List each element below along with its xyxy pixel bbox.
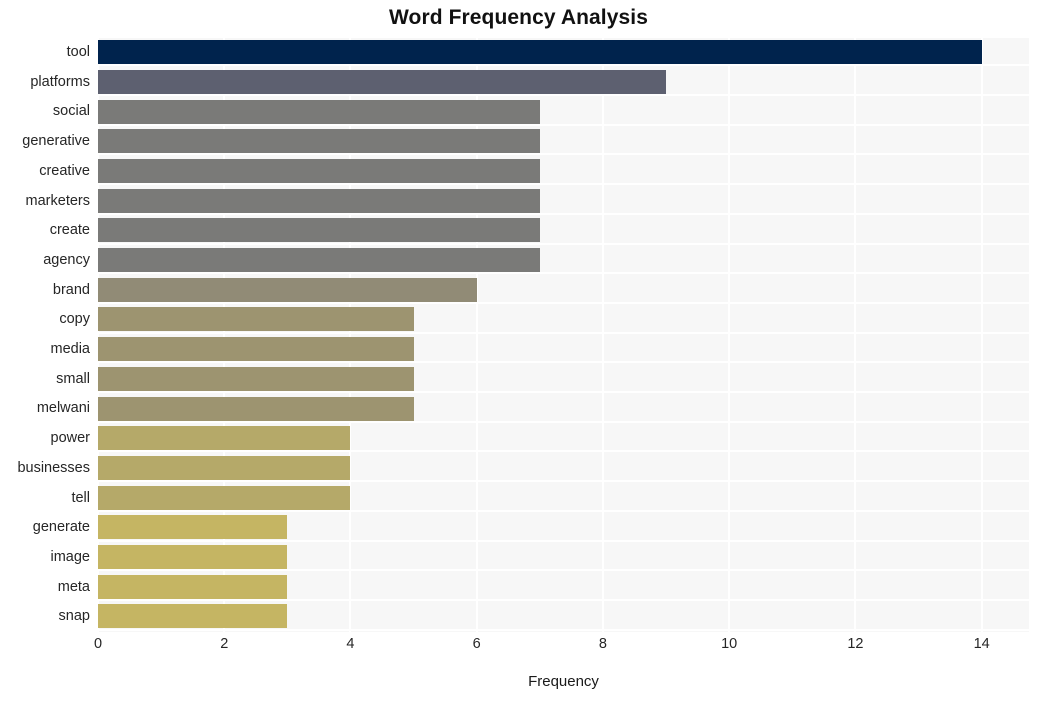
bar-snap[interactable] [98, 604, 288, 629]
bar-agency[interactable] [98, 248, 540, 273]
bar-row[interactable] [98, 394, 1029, 423]
bar-row[interactable] [98, 424, 1029, 453]
row-separator [98, 480, 1029, 483]
y-tick-label-create: create [49, 222, 90, 239]
bar-tell[interactable] [98, 485, 351, 510]
y-tick-label-melwani: melwani [36, 400, 90, 417]
y-tick-label-media: media [50, 341, 91, 357]
bar-row[interactable] [98, 187, 1029, 216]
y-tick-label-social: social [52, 103, 90, 120]
bar-generative[interactable] [98, 129, 540, 154]
bar-small[interactable] [98, 366, 414, 391]
bar-row[interactable] [98, 335, 1029, 364]
y-tick-label-generative: generative [22, 133, 90, 150]
row-separator [98, 569, 1029, 572]
bars-container [98, 38, 1029, 632]
bar-row[interactable] [98, 246, 1029, 275]
plot-area [97, 38, 1029, 632]
y-tick-label-image: image [50, 548, 91, 565]
bar-row[interactable] [98, 38, 1029, 67]
bar-row[interactable] [98, 365, 1029, 394]
bar-row[interactable] [98, 305, 1029, 334]
bar-row[interactable] [98, 157, 1029, 186]
row-separator [98, 331, 1029, 334]
row-separator [98, 94, 1029, 97]
bar-marketers[interactable] [98, 188, 540, 213]
bar-image[interactable] [98, 545, 288, 570]
bar-copy[interactable] [98, 307, 414, 332]
y-tick-label-generate: generate [32, 519, 90, 536]
bar-row[interactable] [98, 97, 1029, 126]
chart-title: Word Frequency Analysis [388, 6, 649, 29]
row-separator [98, 628, 1029, 631]
x-tick-label-14: 14 [973, 636, 990, 652]
y-tick-label-small: small [56, 370, 90, 387]
x-tick-label-4: 4 [346, 636, 355, 652]
x-tick-label-10: 10 [721, 636, 738, 652]
bar-row[interactable] [98, 276, 1029, 305]
bar-tool[interactable] [98, 40, 982, 65]
bar-social[interactable] [98, 99, 540, 124]
bar-row[interactable] [98, 68, 1029, 97]
row-separator [98, 420, 1029, 423]
bar-create[interactable] [98, 218, 540, 243]
y-tick-label-snap: snap [58, 608, 90, 625]
bar-businesses[interactable] [98, 455, 351, 480]
row-separator [98, 123, 1029, 126]
row-separator [98, 183, 1029, 186]
row-separator [98, 212, 1029, 215]
row-separator [98, 509, 1029, 512]
y-axis-tick-labels: tool platforms social generative creative mar… [0, 38, 90, 632]
bar-row[interactable] [98, 573, 1029, 602]
x-tick-label-6: 6 [472, 636, 481, 652]
bar-meta[interactable] [98, 574, 288, 599]
bar-generate[interactable] [98, 515, 288, 540]
chart-figure: Word Frequency Analysis tool platforms soc… [0, 0, 1037, 701]
y-tick-label-power: power [50, 430, 91, 447]
row-separator [98, 272, 1029, 275]
y-tick-label-tool: tool [66, 44, 90, 60]
bar-brand[interactable] [98, 277, 477, 302]
bar-media[interactable] [98, 337, 414, 362]
row-separator [98, 153, 1029, 156]
x-tick-label-8: 8 [598, 636, 607, 652]
y-tick-label-copy: copy [59, 311, 90, 328]
bar-creative[interactable] [98, 158, 540, 183]
bar-platforms[interactable] [98, 69, 667, 94]
x-tick-label-12: 12 [847, 636, 864, 652]
bar-row[interactable] [98, 602, 1029, 631]
bar-melwani[interactable] [98, 396, 414, 421]
row-separator [98, 64, 1029, 67]
bar-row[interactable] [98, 127, 1029, 156]
bar-power[interactable] [98, 426, 351, 451]
y-tick-label-platforms: platforms [30, 73, 90, 90]
bar-row[interactable] [98, 484, 1029, 513]
row-separator [98, 598, 1029, 601]
y-tick-label-tell: tell [71, 489, 90, 506]
x-tick-label-0: 0 [93, 636, 103, 652]
x-tick-label-2: 2 [220, 636, 229, 652]
y-tick-label-marketers: marketers [25, 192, 90, 209]
row-separator [98, 301, 1029, 304]
y-tick-label-businesses: businesses [17, 459, 90, 476]
bar-row[interactable] [98, 513, 1029, 542]
bar-row[interactable] [98, 454, 1029, 483]
row-separator [98, 242, 1029, 245]
x-axis-title: Frequency [528, 673, 599, 690]
bar-row[interactable] [98, 543, 1029, 572]
row-separator [98, 539, 1029, 542]
row-separator [98, 391, 1029, 394]
y-tick-label-meta: meta [57, 578, 90, 595]
row-separator [98, 361, 1029, 364]
y-tick-label-creative: creative [39, 162, 90, 179]
y-tick-label-brand: brand [52, 281, 90, 298]
bar-row[interactable] [98, 216, 1029, 245]
y-tick-label-agency: agency [43, 251, 90, 268]
row-separator [98, 450, 1029, 453]
x-axis-tick-labels: 0 2 4 6 8 10 12 14 [94, 636, 1029, 658]
